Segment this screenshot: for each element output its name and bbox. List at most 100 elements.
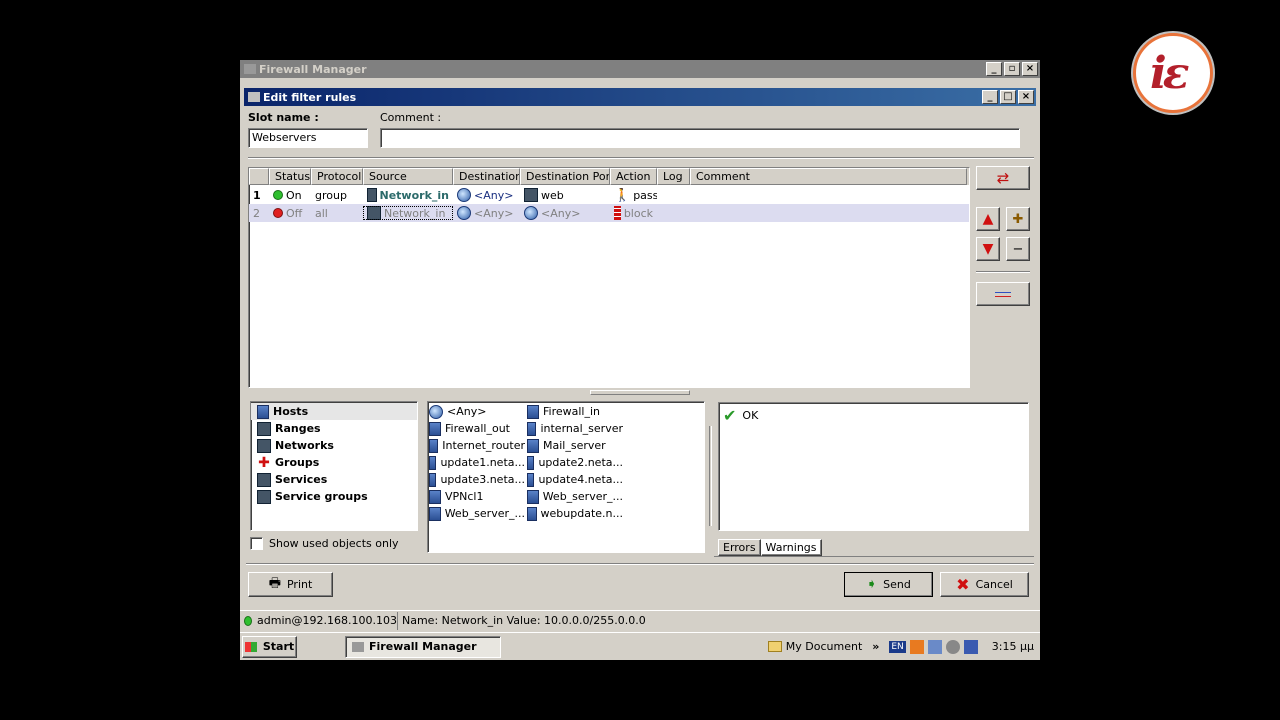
start-button[interactable]: Start [242,635,297,658]
splitter-handle[interactable] [590,390,690,395]
status-info: Name: Network_in Value: 10.0.0.0/255.0.0… [402,614,646,627]
col-status[interactable]: Status [269,168,311,185]
category-service-groups[interactable]: Service groups [251,488,417,505]
object-item[interactable]: Web_server_... [429,505,525,522]
dialog-minimize-button[interactable]: _ [982,90,998,104]
category-services[interactable]: Services [251,471,417,488]
object-label: Firewall_out [445,422,510,435]
print-button[interactable]: 🖶 Print [248,572,333,597]
show-used-objects[interactable]: Show used objects only [250,537,399,550]
task-firewall-manager[interactable]: Firewall Manager [345,635,501,658]
message-ok: OK [742,409,759,422]
move-up-button[interactable]: ▲ [976,207,1000,231]
object-item[interactable]: VPNcl1 [429,488,525,505]
col-log[interactable]: Log [657,168,690,185]
vertical-splitter[interactable] [709,426,712,526]
row-destination: <Any> [474,188,514,202]
object-label: update4.neta... [538,473,623,486]
object-item[interactable]: Internet_router [429,437,525,454]
tray-network-icon[interactable] [927,639,942,654]
send-button[interactable]: ➧ Send [844,572,933,597]
object-item[interactable]: update3.neta... [429,471,525,488]
object-label: update3.neta... [440,473,525,486]
col-action[interactable]: Action [610,168,657,185]
row-port: <Any> [541,206,581,220]
restore-button[interactable]: ▫ [1004,62,1020,76]
checkmark-icon: ✔ [723,406,737,425]
object-item[interactable]: Firewall_in [527,403,623,420]
language-indicator[interactable]: EN [889,640,906,653]
tray-app-icon[interactable] [909,639,924,654]
tab-warnings[interactable]: Warnings [760,539,822,556]
arrow-up-icon: ▲ [982,211,994,227]
minus-icon: − [1012,241,1024,257]
globe-icon [457,206,471,220]
separator-button[interactable] [976,282,1030,306]
start-label: Start [262,640,295,653]
category-label: Groups [275,456,320,469]
object-item[interactable]: update4.neta... [527,471,623,488]
object-item[interactable]: <Any> [429,403,525,420]
my-document-link[interactable]: My Document [786,640,862,653]
table-row[interactable]: 1 On group Network_in <Any> web 🚶 pass [249,186,969,204]
send-label: Send [883,578,911,591]
minimize-button[interactable]: _ [986,62,1002,76]
task-label: Firewall Manager [369,640,477,653]
add-rule-button[interactable]: ✚ [1006,207,1030,231]
remove-rule-button[interactable]: − [1006,237,1030,261]
swap-button[interactable]: ⇄ [976,166,1030,190]
col-destination-port[interactable]: Destination Port [520,168,610,185]
chevron-icon[interactable]: » [872,640,879,653]
slot-name-input[interactable]: Webservers [248,128,368,148]
object-item[interactable]: webupdate.n... [527,505,623,522]
tray-shield-icon[interactable] [945,639,960,654]
server-icon [429,472,437,487]
table-header: Status Protocol Source Destination Desti… [249,168,969,185]
category-ranges[interactable]: Ranges [251,420,417,437]
divider [246,563,1034,565]
plus-icon: ✚ [1012,211,1024,227]
server-icon [527,472,535,487]
object-label: Internet_router [442,439,525,452]
col-protocol[interactable]: Protocol [311,168,363,185]
category-hosts[interactable]: Hosts [251,403,417,420]
object-item[interactable]: update2.neta... [527,454,623,471]
object-item[interactable]: Firewall_out [429,420,525,437]
tab-errors[interactable]: Errors [718,539,761,556]
object-item[interactable]: update1.neta... [429,454,525,471]
dialog-close-button[interactable]: × [1018,90,1034,104]
slot-name-label: Slot name : [248,111,319,124]
table-row[interactable]: 2 Off all Network_in <Any> <Any> block [249,204,969,222]
col-destination[interactable]: Destination [453,168,520,185]
dialog-title-bar: Edit filter rules _ □ × [244,88,1036,106]
status-on-icon [273,190,283,200]
close-button[interactable]: × [1022,62,1038,76]
system-tray: My Document » EN 3:15 μμ [767,639,1040,654]
object-item[interactable]: Web_server_... [527,488,623,505]
category-list: Hosts Ranges Networks ✚ Groups Services S… [250,401,418,531]
row-number: 2 [253,206,260,220]
comment-input[interactable] [380,128,1020,148]
object-item[interactable]: internal_server [527,420,623,437]
move-down-button[interactable]: ▼ [976,237,1000,261]
server-icon [527,506,537,521]
server-icon [527,421,537,436]
row-source: Network_in [379,188,450,202]
col-comment[interactable]: Comment [690,168,967,185]
app-icon [244,64,256,74]
show-used-checkbox[interactable] [250,537,263,550]
dialog-maximize-button[interactable]: □ [1000,90,1016,104]
col-source[interactable]: Source [363,168,453,185]
globe-icon [524,206,538,220]
cancel-button[interactable]: ✖ Cancel [940,572,1029,597]
network-icon [367,188,377,202]
ranges-icon [257,421,271,436]
object-item[interactable]: Mail_server [527,437,623,454]
col-num[interactable] [249,168,269,185]
tray-calendar-icon[interactable] [963,639,978,654]
separator-lines-icon [995,291,1011,297]
category-networks[interactable]: Networks [251,437,417,454]
clock[interactable]: 3:15 μμ [992,640,1034,653]
category-groups[interactable]: ✚ Groups [251,454,417,471]
taskbar: Start Firewall Manager My Document » EN … [240,632,1040,660]
